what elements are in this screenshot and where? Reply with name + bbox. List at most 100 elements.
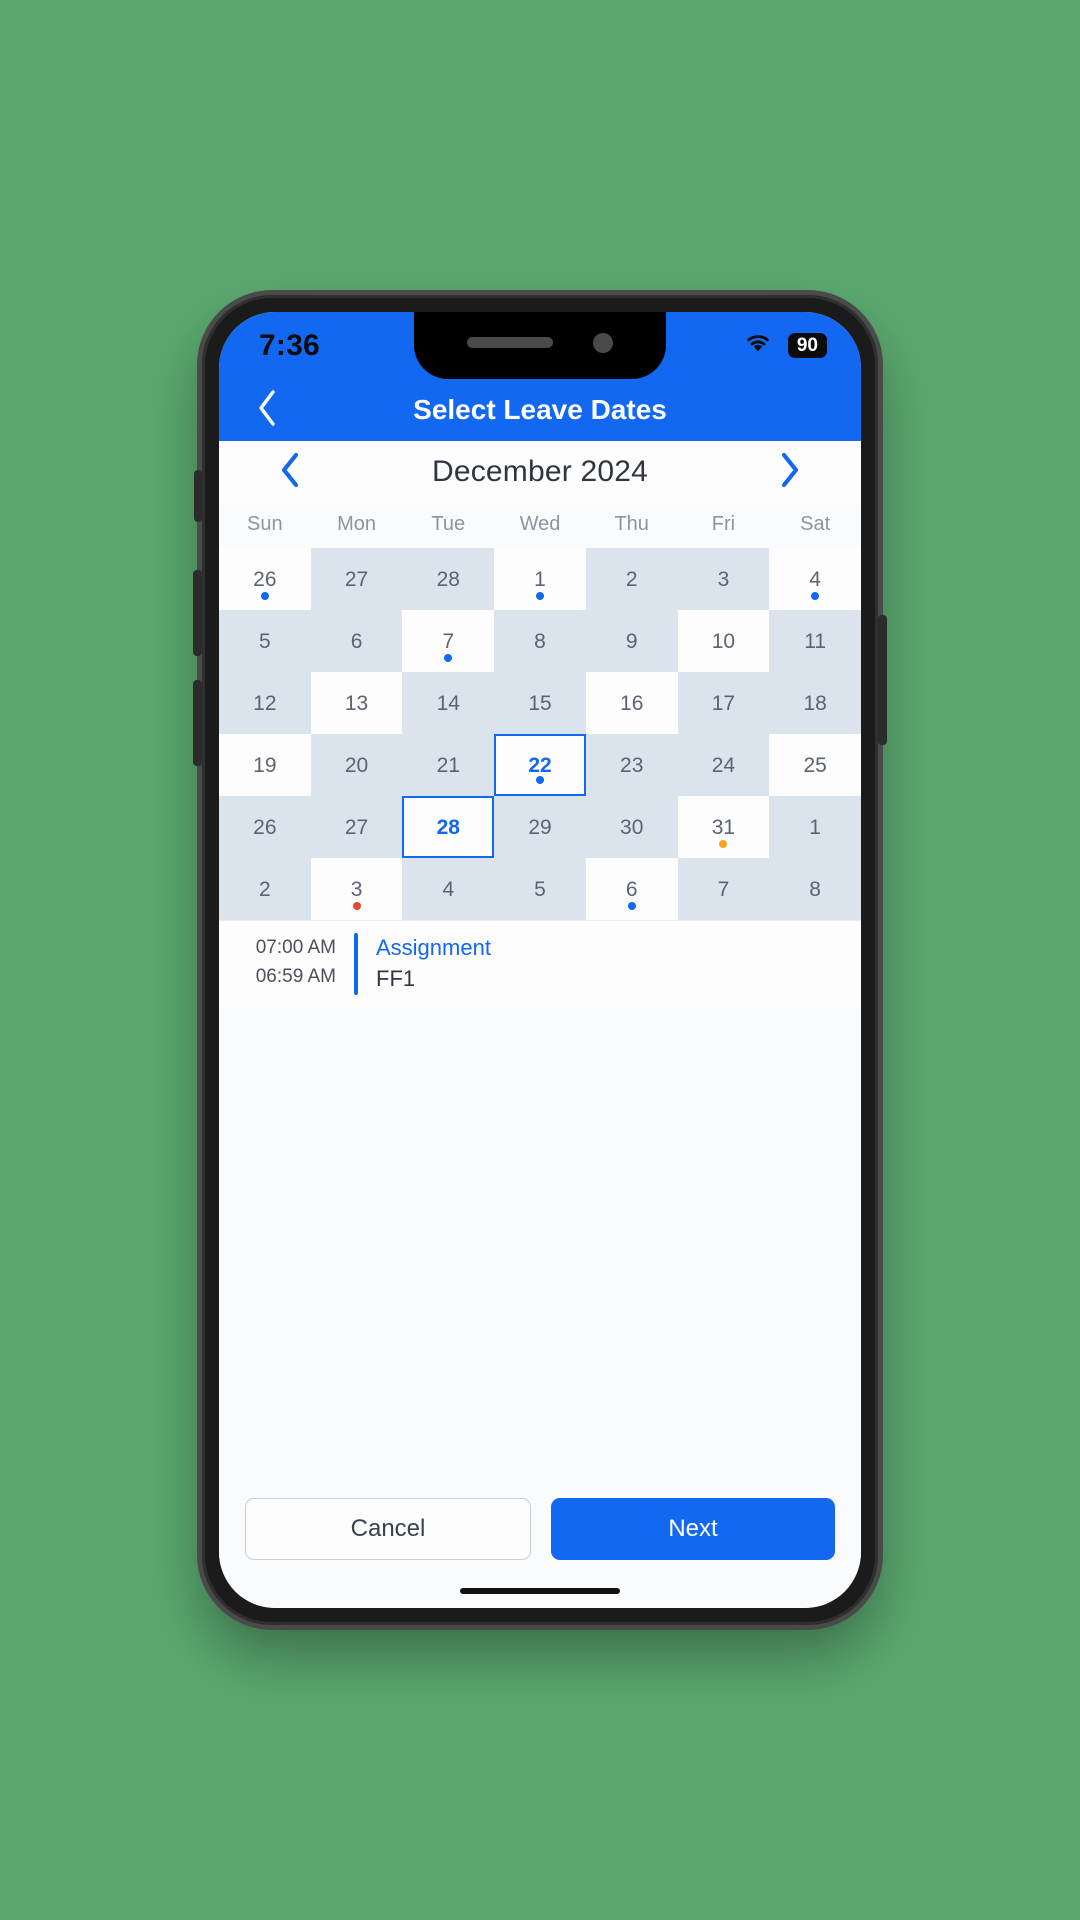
prev-month-button[interactable] (267, 449, 313, 495)
calendar-day-cell[interactable]: 5 (494, 858, 586, 920)
calendar-day-cell[interactable]: 27 (310, 796, 403, 858)
event-title: Assignment (376, 935, 491, 960)
calendar-day-cell[interactable]: 8 (769, 858, 861, 920)
calendar-day-number: 6 (625, 877, 638, 901)
calendar-day-cell[interactable]: 2 (219, 858, 311, 920)
calendar-day-number: 5 (534, 877, 546, 901)
calendar-day-cell[interactable]: 6 (310, 610, 403, 672)
calendar-day-cell[interactable]: 30 (585, 796, 678, 858)
calendar-day-number: 2 (259, 877, 271, 901)
weekday-label-sat: Sat (800, 513, 831, 535)
calendar-day-cell[interactable]: 17 (677, 672, 770, 734)
calendar-day-cell[interactable]: 13 (310, 672, 403, 734)
calendar-day-cell[interactable]: 14 (402, 672, 495, 734)
event-item[interactable]: 07:00 AM 06:59 AM Assignment FF1 (219, 921, 861, 1009)
event-subtitle: FF1 (376, 965, 416, 991)
calendar-day-cell[interactable]: 5 (219, 610, 311, 672)
calendar-day-cell[interactable]: 4 (769, 548, 861, 610)
calendar-day-number: 22 (528, 753, 552, 777)
calendar-day-number: 27 (344, 567, 369, 591)
mute-switch[interactable] (194, 470, 202, 522)
calendar-day-cell[interactable]: 26 (219, 548, 311, 610)
calendar-day-cell-selected[interactable]: 22 (494, 734, 586, 796)
calendar-day-cell[interactable]: 27 (310, 548, 403, 610)
calendar-day-number: 8 (809, 877, 821, 901)
cancel-button[interactable]: Cancel (245, 1498, 531, 1560)
calendar-day-number: 9 (625, 629, 638, 653)
calendar-day-cell[interactable]: 1 (494, 548, 586, 610)
calendar-day-cell[interactable]: 10 (677, 610, 770, 672)
weekday-label-thu: Thu (614, 513, 649, 535)
event-time-range: 07:00 AM 06:59 AM (219, 933, 354, 995)
calendar-day-number: 12 (253, 691, 277, 715)
next-month-button[interactable] (767, 449, 813, 495)
calendar-day-cell[interactable]: 4 (402, 858, 495, 920)
event-details: Assignment FF1 (358, 933, 491, 995)
calendar-day-number: 31 (711, 815, 736, 839)
calendar-day-cell[interactable]: 2 (585, 548, 678, 610)
calendar-day-cell[interactable]: 18 (769, 672, 861, 734)
calendar-day-number: 2 (625, 567, 638, 591)
calendar-day-cell[interactable]: 29 (494, 796, 586, 858)
month-navigation: December 2024 (219, 441, 861, 503)
calendar-day-number: 26 (253, 567, 277, 591)
calendar-day-number: 20 (344, 753, 369, 777)
page-title: Select Leave Dates (413, 394, 667, 425)
calendar-day-cell[interactable]: 19 (219, 734, 311, 796)
calendar-day-cell[interactable]: 3 (677, 548, 770, 610)
calendar-day-number: 4 (442, 877, 455, 901)
calendar-day-cell[interactable]: 11 (769, 610, 861, 672)
weekday-label-sun: Sun (247, 513, 283, 535)
calendar-day-number: 14 (436, 691, 460, 715)
calendar-day-cell[interactable]: 28 (402, 548, 495, 610)
calendar-day-cell[interactable]: 24 (677, 734, 770, 796)
calendar-day-cell[interactable]: 12 (219, 672, 311, 734)
event-dot-indicator (719, 840, 728, 848)
calendar-day-cell[interactable]: 9 (585, 610, 678, 672)
calendar-day-cell[interactable]: 23 (585, 734, 678, 796)
volume-down-button[interactable] (193, 680, 202, 766)
calendar-week-row: 2 3 4 5 6 7 8 (219, 858, 861, 920)
event-end-time: 06:59 AM (255, 966, 336, 988)
calendar-grid: 26 27 28 1 2 3 4 5 6 7 8 9 10 11 12 13 14 15 16 17 18 19 20 21 2… (219, 548, 861, 920)
calendar-day-cell[interactable]: 1 (769, 796, 861, 858)
calendar-day-number: 23 (620, 753, 644, 777)
calendar-week-row: 26 27 28 29 30 31 1 (219, 796, 861, 858)
calendar-day-number: 1 (534, 567, 546, 591)
calendar-day-cell[interactable]: 7 (402, 610, 495, 672)
calendar-day-number: 3 (717, 567, 730, 591)
event-dot-indicator (444, 654, 453, 662)
calendar-day-cell[interactable]: 8 (494, 610, 586, 672)
calendar-day-cell-selected[interactable]: 28 (402, 796, 495, 858)
chevron-right-icon (778, 452, 802, 493)
calendar-day-cell[interactable]: 15 (494, 672, 586, 734)
calendar-day-number: 8 (534, 629, 546, 653)
calendar-day-cell[interactable]: 7 (677, 858, 770, 920)
volume-up-button[interactable] (193, 570, 202, 656)
power-button[interactable] (878, 615, 887, 745)
calendar-day-number: 7 (442, 629, 455, 653)
calendar-day-number: 21 (436, 753, 460, 777)
event-dot-indicator (627, 902, 636, 910)
calendar-day-cell[interactable]: 6 (585, 858, 678, 920)
home-indicator[interactable] (460, 1588, 620, 1594)
phone-device-frame: 7:36 90 Select Leave Dates December 2024… (193, 295, 887, 1625)
calendar-day-number: 5 (259, 629, 271, 653)
calendar-day-number: 4 (809, 567, 821, 591)
calendar-day-cell[interactable]: 21 (402, 734, 495, 796)
back-button[interactable] (245, 388, 289, 432)
calendar-day-number: 6 (350, 629, 363, 653)
calendar-day-number: 30 (620, 815, 644, 839)
calendar-day-cell[interactable]: 25 (769, 734, 861, 796)
next-button[interactable]: Next (551, 1498, 835, 1560)
wifi-icon (742, 331, 774, 360)
app-header: Select Leave Dates (219, 379, 861, 441)
calendar-day-cell[interactable]: 20 (310, 734, 403, 796)
event-start-time: 07:00 AM (255, 937, 336, 958)
home-indicator-area (219, 1576, 861, 1608)
calendar-day-cell[interactable]: 16 (585, 672, 678, 734)
calendar-day-cell[interactable]: 31 (677, 796, 770, 858)
calendar-day-cell[interactable]: 3 (310, 858, 403, 920)
calendar-day-cell[interactable]: 26 (219, 796, 311, 858)
calendar-day-number: 13 (344, 691, 369, 715)
